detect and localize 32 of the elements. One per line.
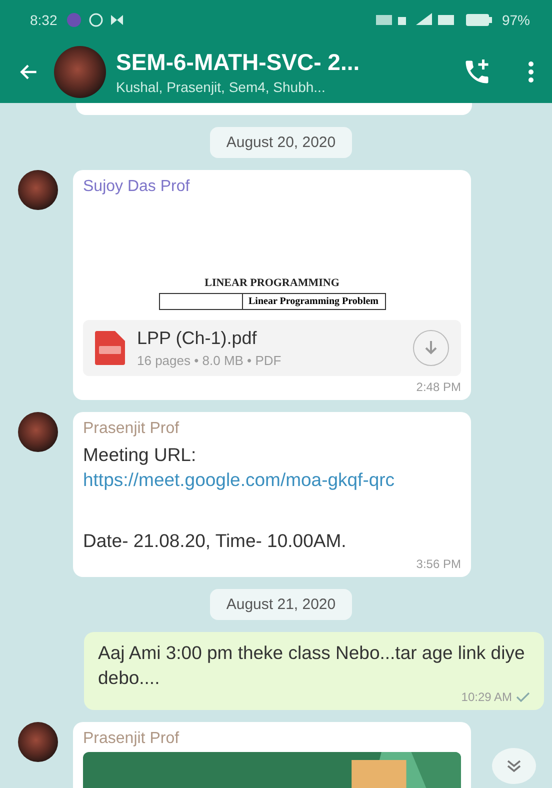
message-time: 3:56 PM [416, 557, 461, 571]
file-attachment[interactable]: LPP (Ch-1).pdf 16 pages • 8.0 MB • PDF [83, 320, 461, 376]
date-divider: August 20, 2020 [210, 127, 352, 158]
document-preview[interactable]: LINEAR PROGRAMMING Linear Programming Problem [83, 200, 461, 316]
participants-list: Kushal, Prasenjit, Sem4, Shubh... [116, 78, 448, 94]
message-text: Date- 21.08.20, Time- 10.00AM. [83, 529, 348, 553]
meeting-link[interactable]: https://meet.google.com/moa-gkqf-qrc [83, 467, 461, 492]
preview-text: Linear Programming Problem [248, 295, 380, 309]
sender-name: Prasenjit Prof [83, 420, 180, 438]
group-avatar[interactable] [54, 46, 106, 98]
message-text: Aaj Ami 3:00 pm theke class Nebo...tar age link diye debo.... [98, 641, 526, 690]
chat-title[interactable]: SEM-6-MATH-SVC- 2... [116, 48, 448, 76]
notification-icons [67, 13, 126, 27]
file-details: 16 pages • 8.0 MB • PDF [137, 353, 282, 368]
preview-heading: LINEAR PROGRAMMING [204, 277, 340, 289]
sender-name: Prasenjit Prof [83, 730, 180, 748]
sent-check-icon [516, 692, 530, 702]
pdf-file-icon [95, 331, 125, 365]
file-name: LPP (Ch-1).pdf [137, 328, 258, 349]
date-divider: August 21, 2020 [210, 589, 352, 620]
message-time: 2:48 PM [416, 380, 461, 394]
sender-avatar[interactable] [18, 170, 58, 210]
sender-avatar[interactable] [18, 722, 58, 762]
message-text: Meeting URL: https://meet.google.com/moa-gkqf-qrc [83, 442, 461, 492]
battery-icon [466, 14, 492, 26]
sender-name: Sujoy Das Prof [83, 178, 191, 196]
message-time: 10:29 AM [461, 690, 512, 704]
battery-percentage: 97% [502, 12, 530, 28]
status-time: 8:32 [30, 12, 58, 28]
scroll-down-icon[interactable] [492, 748, 536, 784]
download-icon[interactable] [413, 330, 449, 366]
sender-avatar[interactable] [18, 412, 58, 452]
